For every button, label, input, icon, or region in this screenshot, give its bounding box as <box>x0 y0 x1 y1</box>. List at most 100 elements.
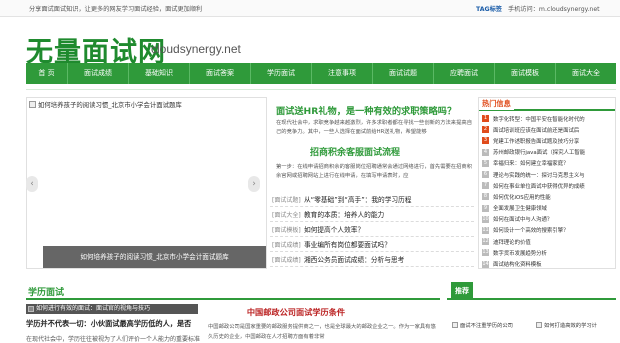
nav-item-home[interactable]: 首 页 <box>26 63 68 84</box>
education-section: 学历面试 推荐 如何进行有效的面试：面试官的视角与技巧 学历并不代表一切：小伙面… <box>26 282 616 343</box>
slide-image[interactable]: 如何培养孩子的阅读习惯_北京市小学会计面试题库 <box>29 100 182 109</box>
nav-divider <box>26 84 616 90</box>
list-item[interactable]: 11 如何设计一个高效的搜索引擎？ <box>482 225 612 236</box>
list-item-title[interactable]: 教育的本质：培养人的能力 <box>304 209 384 219</box>
list-item-title[interactable]: 如何设计一个高效的搜索引擎？ <box>493 226 568 234</box>
list-item-title[interactable]: 面试培训班应该在面试前还是面试后 <box>493 126 579 134</box>
recommend-item[interactable]: 如何打造高效的学习计 <box>536 307 618 343</box>
list-item[interactable]: 2 面试培训班应该在面试前还是面试后 <box>482 124 612 135</box>
list-item-title[interactable]: 数字化转型：中国平安在智能化时代的 <box>493 115 585 123</box>
slide-caption[interactable]: 如何培养孩子的阅读习惯_北京市小学会计面试题库 <box>43 246 266 268</box>
hot-info-title: 热门信息 <box>479 98 514 110</box>
list-item[interactable]: 13 数字货币发展趋势分析 <box>482 247 612 258</box>
image-slider[interactable]: 如何培养孩子的阅读习惯_北京市小学会计面试题库 ‹ › 如何培养孩子的阅读习惯_… <box>26 97 267 269</box>
prev-arrow-icon[interactable]: ‹ <box>26 176 38 192</box>
main-nav: 首 页 面试成绩 基础知识 面试答案 学历面试 注意事项 面试试题 应聘面试 面… <box>26 63 616 84</box>
center-article-body: 中国邮政公司是国家重要的邮政服务提供商之一，也是全球最大的邮政企业之一。作为一家… <box>208 324 436 340</box>
nav-item-applying[interactable]: 应聘面试 <box>434 63 495 84</box>
nav-item-notes[interactable]: 注意事项 <box>312 63 373 84</box>
rank-badge: 8 <box>482 193 489 201</box>
list-item-title[interactable]: 幸福归来：如何建立幸福家庭？ <box>493 159 568 167</box>
broken-image-icon <box>452 322 458 328</box>
broken-image-icon <box>29 101 36 108</box>
list-item[interactable]: [面试成绩] 湘西公务员面试成绩：分析与思考 <box>270 252 474 267</box>
nav-item-templates[interactable]: 面试模板 <box>495 63 556 84</box>
recommend-item[interactable]: 面试不注重学历的公司 <box>452 307 534 343</box>
list-item-title[interactable]: 如何在事业单位面试中获得优异的成绩 <box>493 182 585 190</box>
featured-lead-2: 第一步：在线申请招商积余的客服岗位招聘通常会通过网络进行，首先需要在招商积余官网… <box>276 164 472 179</box>
rank-badge: 13 <box>482 249 489 257</box>
list-item[interactable]: 1 数字化转型：中国平安在智能化时代的 <box>482 113 612 124</box>
list-item-title[interactable]: 事业编所有岗位都要面试吗？ <box>304 239 391 249</box>
list-item-title[interactable]: 如何在面试中与人沟通？ <box>493 215 552 223</box>
list-item[interactable]: 8 如何优化iOS应用的性能 <box>482 191 612 202</box>
top-bar: 分享面试面试知识，让更多的网友学习面试经验，面试更加顺利 TAG标签 手机访问：… <box>0 0 620 17</box>
rank-badge: 14 <box>482 260 489 268</box>
list-item-category[interactable]: [面试大全] <box>270 210 304 219</box>
section-header: 学历面试 <box>26 282 440 300</box>
nav-item-answers[interactable]: 面试答案 <box>190 63 251 84</box>
list-item-title[interactable]: 迪拜理论的价值 <box>493 238 531 246</box>
rank-badge: 10 <box>482 215 489 223</box>
rank-badge: 4 <box>482 148 489 156</box>
list-item[interactable]: 14 面试结构化资料模板 <box>482 258 612 269</box>
list-item-category[interactable]: [面试试题] <box>270 195 304 204</box>
nav-item-education[interactable]: 学历面试 <box>251 63 312 84</box>
recommend-item-title[interactable]: 面试不注重学历的公司 <box>460 321 513 329</box>
list-item-title[interactable]: 党建工作述职报告面试题及技巧分享 <box>493 137 579 145</box>
rank-badge: 9 <box>482 204 489 212</box>
list-item-category[interactable]: [面试成绩] <box>270 255 304 264</box>
nav-item-questions[interactable]: 面试试题 <box>373 63 434 84</box>
site-tagline: 分享面试面试知识，让更多的网友学习面试经验，面试更加顺利 <box>29 6 203 13</box>
list-item[interactable]: [面试试题] 从“零基础”到“高手”：我的学习历程 <box>270 192 474 207</box>
nav-item-basics[interactable]: 基础知识 <box>129 63 190 84</box>
list-item[interactable]: [面试模板] 如何提高个人效率？ <box>270 222 474 237</box>
list-item-category[interactable]: [面试成绩] <box>270 240 304 249</box>
next-arrow-icon[interactable]: › <box>248 176 260 192</box>
rank-badge: 2 <box>482 126 489 134</box>
center-article-title[interactable]: 中国邮政公司面试学历条件 <box>154 306 438 318</box>
list-item-title[interactable]: 理论与实践的统一：探讨马克思主义与 <box>493 171 585 179</box>
slide-image-alt: 如何培养孩子的阅读习惯_北京市小学会计面试题库 <box>38 101 182 109</box>
list-item-title[interactable]: 从“零基础”到“高手”：我的学习历程 <box>304 194 411 204</box>
list-item[interactable]: 3 党建工作述职报告面试题及技巧分享 <box>482 135 612 146</box>
list-item[interactable]: 6 理论与实践的统一：探讨马克思主义与 <box>482 169 612 180</box>
list-item[interactable]: 5 幸福归来：如何建立幸福家庭？ <box>482 158 612 169</box>
section-title[interactable]: 学历面试 <box>28 285 64 298</box>
list-item-title[interactable]: 数字货币发展趋势分析 <box>493 249 547 257</box>
thumbnail-alt: 如何进行有效的面试：面试官的视角与技巧 <box>36 305 151 312</box>
rank-badge: 3 <box>482 137 489 145</box>
list-item-title[interactable]: 如何提高个人效率？ <box>304 224 364 234</box>
featured-headline-2[interactable]: 招商积余客服面试流程 <box>310 145 400 158</box>
nav-item-all[interactable]: 面试大全 <box>556 63 616 84</box>
list-item-title[interactable]: 苏州邮政银行java面试（探究人工智能 <box>493 148 585 156</box>
list-item[interactable]: 4 苏州邮政银行java面试（探究人工智能 <box>482 147 612 158</box>
recommend-header: 推荐 <box>447 282 616 300</box>
logo-domain-text: cloudsynergy.net <box>151 42 241 56</box>
list-item-title[interactable]: 湘西公务员面试成绩：分析与思考 <box>304 254 404 264</box>
section-article-excerpt: 在现代社会中，学历往往被视为了人们评价一个人能力的重要标准 <box>26 336 201 343</box>
featured-headline[interactable]: 面试送HR礼物，是一种有效的求职策略吗？ <box>276 103 456 117</box>
rank-badge: 12 <box>482 238 489 246</box>
list-item-title[interactable]: 如何优化iOS应用的性能 <box>493 193 551 201</box>
nav-item-scores[interactable]: 面试成绩 <box>68 63 129 84</box>
rank-badge: 5 <box>482 159 489 167</box>
list-item[interactable]: 10 如何在面试中与人沟通？ <box>482 214 612 225</box>
tags-link[interactable]: TAG标签 <box>476 4 502 13</box>
broken-image-icon <box>28 306 34 312</box>
article-list: [面试试题] 从“零基础”到“高手”：我的学习历程 [面试大全] 教育的本质：培… <box>270 192 474 267</box>
list-item[interactable]: [面试大全] 教育的本质：培养人的能力 <box>270 207 474 222</box>
recommend-item-title[interactable]: 如何打造高效的学习计 <box>544 321 597 329</box>
section-article-title[interactable]: 学历并不代表一切：小伙面试最高学历低的人，是否 <box>26 319 191 329</box>
list-item[interactable]: 12 迪拜理论的价值 <box>482 236 612 247</box>
list-item-title[interactable]: 全面发展卫生健康领域 <box>493 204 547 212</box>
list-item-category[interactable]: [面试模板] <box>270 225 304 234</box>
hot-info-header: 热门信息 <box>479 98 615 111</box>
featured-lead: 在现代社会中，求职竞争越来越激烈，许多求职者都在寻找一些创新的方法来提高自己的竞… <box>276 120 472 135</box>
mobile-access-link[interactable]: 手机访问：m.cloudsynergy.net <box>508 4 600 13</box>
list-item[interactable]: [面试成绩] 事业编所有岗位都要面试吗？ <box>270 237 474 252</box>
list-item-title[interactable]: 面试结构化资料模板 <box>493 260 542 268</box>
list-item[interactable]: 7 如何在事业单位面试中获得优异的成绩 <box>482 180 612 191</box>
list-item[interactable]: 9 全面发展卫生健康领域 <box>482 203 612 214</box>
recommend-tab[interactable]: 推荐 <box>451 282 473 300</box>
